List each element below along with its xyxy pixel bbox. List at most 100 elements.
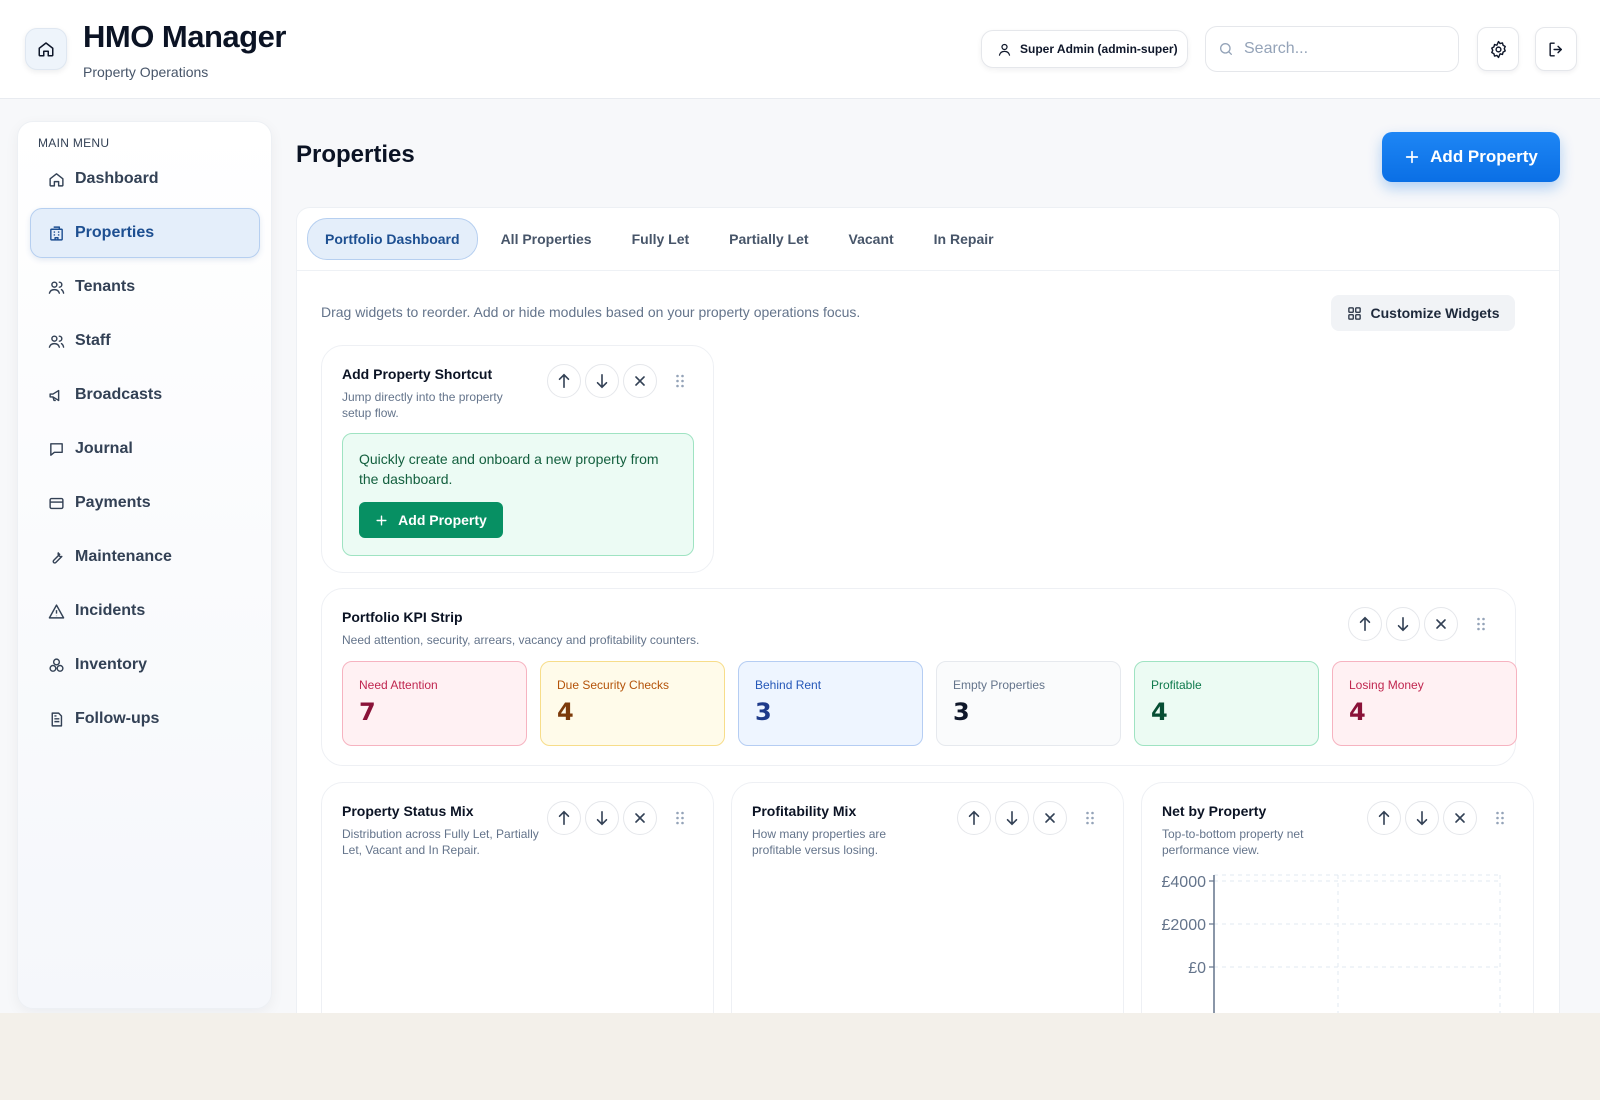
close-icon (635, 813, 645, 823)
widget-description: How many properties are profitable versu… (752, 827, 887, 857)
tab-in-repair[interactable]: In Repair (917, 218, 1011, 260)
widget-property-status-mix: Property Status Mix Distribution across … (321, 782, 714, 1013)
sidebar-item-inventory[interactable]: Inventory (30, 640, 260, 690)
kpi-profitable[interactable]: Profitable 4 (1134, 661, 1319, 746)
drag-handle[interactable] (665, 364, 695, 398)
move-down-button[interactable] (585, 801, 619, 835)
user-icon (998, 43, 1011, 56)
customize-widgets-label: Customize Widgets (1370, 305, 1500, 321)
settings-button[interactable] (1477, 27, 1519, 71)
widget-net-by-property: Net by Property Top-to-bottom property n… (1141, 782, 1534, 1013)
plus-icon (1405, 150, 1419, 164)
sidebar-item-label: Dashboard (75, 170, 159, 187)
home-button[interactable] (25, 28, 67, 70)
widget-controls (1348, 607, 1496, 641)
move-up-button[interactable] (547, 801, 581, 835)
kpi-value: 3 (755, 698, 772, 726)
y-tick-label: £2000 (1162, 917, 1207, 934)
sidebar-item-properties[interactable]: Properties (30, 208, 260, 258)
sidebar-item-dashboard[interactable]: Dashboard (30, 154, 260, 204)
arrow-down-icon (1006, 810, 1018, 826)
arrow-down-icon (596, 373, 608, 389)
kpi-label: Need Attention (359, 678, 438, 692)
kpi-losing-money[interactable]: Losing Money 4 (1332, 661, 1517, 746)
plus-icon (376, 514, 387, 526)
property-tabs: Portfolio Dashboard All Properties Fully… (307, 218, 1011, 260)
sidebar-menu: Dashboard Properties Tenants Staff Broad… (30, 154, 260, 748)
move-up-button[interactable] (1348, 607, 1382, 641)
shortcut-add-property-button[interactable]: Add Property (359, 502, 503, 538)
kpi-label: Empty Properties (953, 678, 1046, 692)
tab-fully-let[interactable]: Fully Let (615, 218, 707, 260)
hide-widget-button[interactable] (623, 364, 657, 398)
tab-all-properties[interactable]: All Properties (484, 218, 609, 260)
sidebar-item-maintenance[interactable]: Maintenance (30, 532, 260, 582)
drag-handle[interactable] (665, 801, 695, 835)
arrow-up-icon (1359, 616, 1371, 632)
drag-handle[interactable] (1075, 801, 1105, 835)
sidebar-item-label: Properties (75, 224, 155, 241)
kpi-due-security-checks[interactable]: Due Security Checks 4 (540, 661, 725, 746)
net-by-property-chart: £4000 £2000 £0 (1162, 874, 1501, 1013)
hide-widget-button[interactable] (1424, 607, 1458, 641)
top-header: HMO Manager Property Operations Super Ad… (0, 0, 1600, 99)
add-property-label: Add Property (1430, 147, 1538, 166)
shortcut-button-label: Add Property (398, 512, 487, 528)
sidebar-item-staff[interactable]: Staff (30, 316, 260, 366)
arrow-up-icon (558, 373, 570, 389)
sidebar-item-incidents[interactable]: Incidents (30, 586, 260, 636)
sidebar-item-follow-ups[interactable]: Follow-ups (30, 694, 260, 744)
kpi-label: Losing Money (1349, 678, 1424, 692)
move-down-button[interactable] (1386, 607, 1420, 641)
arrow-down-icon (596, 810, 608, 826)
tab-vacant[interactable]: Vacant (832, 218, 911, 260)
kpi-empty-properties[interactable]: Empty Properties 3 (936, 661, 1121, 746)
arrow-down-icon (1397, 616, 1409, 632)
card-icon (49, 497, 64, 509)
wrench-icon (52, 551, 63, 564)
sidebar: MAIN MENU Dashboard Properties Tenants S… (17, 121, 272, 1009)
move-up-button[interactable] (957, 801, 991, 835)
sidebar-item-payments[interactable]: Payments (30, 478, 260, 528)
close-icon (1436, 619, 1446, 629)
tab-partially-let[interactable]: Partially Let (712, 218, 825, 260)
drag-handle[interactable] (1466, 607, 1496, 641)
sidebar-item-journal[interactable]: Journal (30, 424, 260, 474)
move-down-button[interactable] (585, 364, 619, 398)
drag-handle-icon (1477, 617, 1485, 631)
home-icon (49, 172, 64, 187)
kpi-label: Due Security Checks (557, 678, 670, 692)
move-up-button[interactable] (547, 364, 581, 398)
gear-icon (1490, 40, 1506, 58)
kpi-row: Need Attention 7 Due Security Checks 4 B… (342, 661, 1517, 746)
kpi-need-attention[interactable]: Need Attention 7 (342, 661, 527, 746)
widget-controls (547, 364, 695, 398)
megaphone-icon (49, 389, 60, 401)
sidebar-item-tenants[interactable]: Tenants (30, 262, 260, 312)
move-down-button[interactable] (995, 801, 1029, 835)
sidebar-item-label: Follow-ups (75, 710, 160, 727)
widget-add-property-shortcut: Add Property Shortcut Jump directly into… (321, 345, 714, 573)
users-icon (48, 280, 65, 294)
arrow-up-icon (558, 810, 570, 826)
chat-icon (50, 442, 63, 456)
tab-portfolio-dashboard[interactable]: Portfolio Dashboard (307, 218, 478, 260)
add-property-button[interactable]: Add Property (1382, 132, 1560, 182)
customize-widgets-button[interactable]: Customize Widgets (1331, 295, 1515, 331)
users-icon (48, 334, 65, 348)
hide-widget-button[interactable] (1033, 801, 1067, 835)
sidebar-item-label: Inventory (75, 656, 148, 673)
grid-icon (1347, 306, 1361, 320)
user-label: Super Admin (admin-super) (1020, 42, 1178, 56)
logout-button[interactable] (1535, 27, 1577, 71)
app-title: HMO Manager (83, 19, 286, 54)
help-text: Drag widgets to reorder. Add or hide mod… (321, 304, 861, 320)
close-icon (635, 376, 645, 386)
sidebar-item-label: Maintenance (75, 548, 172, 565)
kpi-behind-rent[interactable]: Behind Rent 3 (738, 661, 923, 746)
drag-handle-icon (1086, 811, 1094, 825)
sidebar-item-broadcasts[interactable]: Broadcasts (30, 370, 260, 420)
search-input[interactable] (1244, 40, 1444, 58)
user-menu-button[interactable]: Super Admin (admin-super) (981, 30, 1188, 68)
hide-widget-button[interactable] (623, 801, 657, 835)
